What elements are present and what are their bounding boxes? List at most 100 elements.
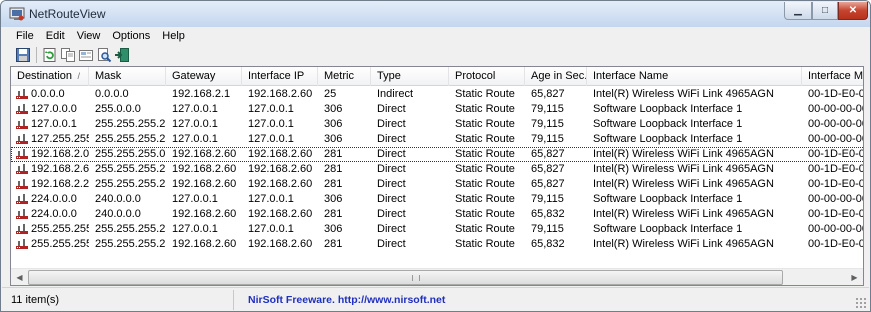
cell-interface-mac: 00-00-00-00-00 — [808, 133, 863, 145]
table-row[interactable]: 127.255.255.... 255.255.255.255 127.0.0.1 1… — [11, 132, 863, 147]
column-header-interface-mac[interactable]: Interface MAC — [802, 67, 863, 86]
cell-gateway: 192.168.2.60 — [172, 163, 237, 175]
cell-gateway: 192.168.2.60 — [172, 148, 237, 160]
cell-interface-mac: 00-1D-E0-01-4 — [808, 208, 863, 220]
cell-interface-name: Intel(R) Wireless WiFi Link 4965AGN — [593, 178, 774, 190]
column-header-destination[interactable]: Destination / — [11, 67, 89, 86]
column-header-type[interactable]: Type — [371, 67, 449, 86]
cell-metric: 281 — [324, 178, 343, 190]
cell-destination: 192.168.2.255 — [31, 178, 89, 190]
cell-type: Indirect — [377, 88, 414, 100]
cell-type: Direct — [377, 193, 406, 205]
cell-destination: 0.0.0.0 — [31, 88, 65, 100]
list-header: Destination / Mask Gateway Interface IP … — [11, 67, 863, 86]
cell-interface-name: Software Loopback Interface 1 — [593, 223, 743, 235]
cell-mask: 255.255.255.255 — [95, 178, 166, 190]
properties-icon[interactable] — [77, 46, 95, 64]
column-header-mask[interactable]: Mask — [89, 67, 166, 86]
cell-type: Direct — [377, 133, 406, 145]
cell-mask: 240.0.0.0 — [95, 208, 141, 220]
column-header-interface-ip[interactable]: Interface IP — [242, 67, 318, 86]
cell-mask: 255.255.255.255 — [95, 163, 166, 175]
column-header-interface-name[interactable]: Interface Name — [587, 67, 802, 86]
table-row[interactable]: 192.168.2.0 255.255.255.0 192.168.2.60 192.… — [11, 147, 863, 162]
find-icon[interactable] — [95, 46, 113, 64]
exit-icon[interactable] — [113, 46, 131, 64]
cell-interface-name: Software Loopback Interface 1 — [593, 133, 743, 145]
cell-destination: 224.0.0.0 — [31, 193, 77, 205]
app-window: NetRouteView ▁ □ ✕ File Edit View Option… — [0, 0, 871, 312]
cell-protocol: Static Route — [455, 148, 515, 160]
column-header-age[interactable]: Age in Sec... — [525, 67, 587, 86]
save-icon[interactable] — [14, 46, 32, 64]
table-row[interactable]: 224.0.0.0 240.0.0.0 192.168.2.60 192.168.2.… — [11, 207, 863, 222]
menu-view[interactable]: View — [71, 30, 107, 42]
resize-grip-icon[interactable] — [855, 297, 867, 309]
cell-type: Direct — [377, 163, 406, 175]
menu-help[interactable]: Help — [156, 30, 191, 42]
column-header-metric[interactable]: Metric — [318, 67, 371, 86]
cell-interface-mac: 00-1D-E0-01-4 — [808, 88, 863, 100]
cell-metric: 25 — [324, 88, 337, 100]
horizontal-scrollbar[interactable]: ◀ ▶ — [11, 268, 863, 285]
status-bar: 11 item(s) NirSoft Freeware. http://www.… — [2, 287, 869, 311]
refresh-icon[interactable] — [41, 46, 59, 64]
cell-interface-mac: 00-00-00-00-00 — [808, 193, 863, 205]
routes-list[interactable]: Destination / Mask Gateway Interface IP … — [10, 66, 864, 286]
cell-interface-mac: 00-1D-E0-01-4 — [808, 148, 863, 160]
menu-options[interactable]: Options — [106, 30, 156, 42]
cell-mask: 255.255.255.255 — [95, 118, 166, 130]
minimize-button[interactable]: ▁ — [784, 2, 812, 20]
cell-interface-ip: 192.168.2.60 — [248, 208, 313, 220]
table-row[interactable]: 0.0.0.0 0.0.0.0 192.168.2.1 192.168.2.60 25 I… — [11, 87, 863, 102]
cell-gateway: 192.168.2.60 — [172, 178, 237, 190]
cell-gateway: 127.0.0.1 — [172, 223, 218, 235]
cell-destination: 255.255.255.... — [31, 238, 89, 250]
cell-metric: 281 — [324, 238, 343, 250]
cell-interface-ip: 192.168.2.60 — [248, 178, 313, 190]
cell-interface-name: Intel(R) Wireless WiFi Link 4965AGN — [593, 163, 774, 175]
cell-age: 79,115 — [531, 103, 564, 115]
cell-interface-name: Software Loopback Interface 1 — [593, 118, 743, 130]
item-count: 11 item(s) — [2, 290, 234, 310]
cell-mask: 240.0.0.0 — [95, 193, 141, 205]
table-row[interactable]: 192.168.2.60 255.255.255.255 192.168.2.60 1… — [11, 162, 863, 177]
cell-age: 65,832 — [531, 238, 565, 250]
cell-mask: 255.255.255.255 — [95, 238, 166, 250]
cell-metric: 281 — [324, 148, 343, 160]
table-row[interactable]: 255.255.255.... 255.255.255.255 127.0.0.1 1… — [11, 222, 863, 237]
scroll-thumb[interactable] — [28, 270, 783, 285]
scroll-right-icon[interactable]: ▶ — [846, 269, 863, 285]
cell-age: 79,115 — [531, 223, 564, 235]
cell-interface-ip: 192.168.2.60 — [248, 88, 313, 100]
cell-metric: 306 — [324, 103, 343, 115]
cell-interface-ip: 127.0.0.1 — [248, 118, 294, 130]
cell-interface-ip: 127.0.0.1 — [248, 223, 294, 235]
cell-protocol: Static Route — [455, 193, 515, 205]
cell-metric: 306 — [324, 193, 343, 205]
column-header-protocol[interactable]: Protocol — [449, 67, 525, 86]
table-row[interactable]: 192.168.2.255 255.255.255.255 192.168.2.60… — [11, 177, 863, 192]
menu-edit[interactable]: Edit — [40, 30, 71, 42]
cell-type: Direct — [377, 103, 406, 115]
maximize-button[interactable]: □ — [812, 2, 838, 20]
scroll-left-icon[interactable]: ◀ — [11, 269, 28, 285]
table-row[interactable]: 224.0.0.0 240.0.0.0 127.0.0.1 127.0.0.1 306 D… — [11, 192, 863, 207]
cell-mask: 255.0.0.0 — [95, 103, 141, 115]
cell-destination: 127.0.0.0 — [31, 103, 77, 115]
table-row[interactable]: 127.0.0.1 255.255.255.255 127.0.0.1 127.0.0… — [11, 117, 863, 132]
table-row[interactable]: 255.255.255.... 255.255.255.255 192.168.2.… — [11, 237, 863, 252]
cell-interface-ip: 192.168.2.60 — [248, 148, 313, 160]
column-header-gateway[interactable]: Gateway — [166, 67, 242, 86]
copy-icon[interactable] — [59, 46, 77, 64]
cell-type: Direct — [377, 223, 406, 235]
cell-protocol: Static Route — [455, 223, 515, 235]
nirsoft-link[interactable]: NirSoft Freeware. http://www.nirsoft.net — [248, 290, 445, 310]
cell-destination: 224.0.0.0 — [31, 208, 77, 220]
table-row[interactable]: 127.0.0.0 255.0.0.0 127.0.0.1 127.0.0.1 306 D… — [11, 102, 863, 117]
title-bar[interactable]: NetRouteView ▁ □ ✕ — [1, 1, 870, 27]
close-button[interactable]: ✕ — [838, 2, 868, 20]
cell-mask: 0.0.0.0 — [95, 88, 129, 100]
menu-file[interactable]: File — [2, 30, 40, 42]
cell-metric: 306 — [324, 223, 343, 235]
